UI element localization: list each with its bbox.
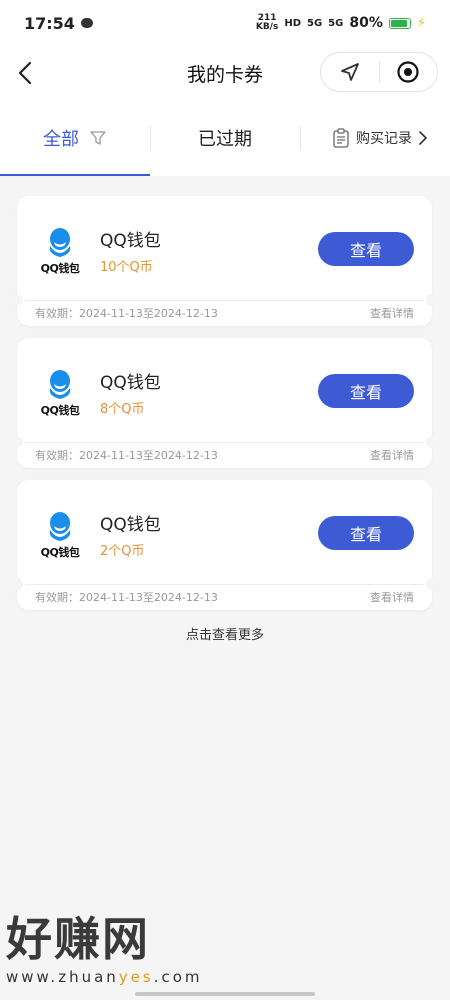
coupon-name: QQ钱包 [100,373,161,393]
view-details-link[interactable]: 查看详情 [370,305,414,321]
view-details-link[interactable]: 查看详情 [370,589,414,605]
chevron-right-icon [419,131,427,145]
watermark-url-suffix: .com [153,968,203,986]
location-button[interactable] [321,53,379,91]
qq-wallet-logo: QQ钱包 [37,510,83,560]
coupon-list: QQ钱包 QQ钱包 10个Q币 查看 有效期：2024-11-13至2024-1… [11,196,438,622]
charging-icon: ⚡ [416,15,426,31]
tab-records-label: 购买记录 [356,131,412,147]
close-button[interactable] [380,53,438,91]
watermark-url: www.zhuanyes.com [6,968,206,986]
tab-expired-label: 已过期 [198,129,252,150]
load-more-link[interactable]: 点击查看更多 [0,624,450,643]
validity-text: 有效期：2024-11-13至2024-12-13 [35,591,218,604]
hd-badge: HD [284,17,301,29]
watermark-url-prefix: www.zhuan [6,968,119,986]
coupon-card-body: QQ钱包 QQ钱包 8个Q币 查看 [17,338,432,442]
qq-penguin-icon [49,512,71,541]
network-speed-unit: KB/s [255,22,279,32]
tab-bar: 全部 已过期 购买记录 [0,100,450,176]
battery-icon [388,17,411,29]
tab-all-label: 全部 [43,129,79,150]
qq-penguin-icon [49,370,71,399]
view-button[interactable]: 查看 [318,516,414,550]
qq-wallet-logo: QQ钱包 [37,226,83,276]
logo-text: QQ钱包 [40,404,80,417]
coupon-footer: 有效期：2024-11-13至2024-12-13 查看详情 [17,584,432,610]
site-watermark: 好赚网 www.zhuanyes.com [6,912,206,992]
target-icon [397,61,419,83]
clipboard-icon [333,128,349,148]
nav-bar: 我的卡券 [0,46,450,100]
logo-text: QQ钱包 [40,262,80,275]
mini-program-capsule [320,52,438,92]
page-title: 我的卡券 [186,63,263,86]
status-time: 17:54 [24,13,75,33]
view-button[interactable]: 查看 [318,232,414,266]
coupon-name: QQ钱包 [100,515,161,535]
coupon-card[interactable]: QQ钱包 QQ钱包 10个Q币 查看 有效期：2024-11-13至2024-1… [11,196,438,326]
signal-icon-2: 5G [328,17,344,29]
tab-all[interactable]: 全部 [0,100,150,176]
filter-icon [90,131,106,145]
status-bar: 17:54 211 KB/s HD 5G 5G 80% ⚡ [0,0,450,46]
coupon-card[interactable]: QQ钱包 QQ钱包 2个Q币 查看 有效期：2024-11-13至2024-12… [11,480,438,610]
back-arrow-icon[interactable] [14,60,38,86]
coupon-card[interactable]: QQ钱包 QQ钱包 8个Q币 查看 有效期：2024-11-13至2024-12… [11,338,438,468]
location-arrow-icon [340,63,359,81]
coupon-card-body: QQ钱包 QQ钱包 2个Q币 查看 [17,480,432,584]
watermark-title: 好赚网 [6,912,150,966]
qq-penguin-icon [49,228,71,257]
status-indicators: 211 KB/s HD 5G 5G 80% ⚡ [256,14,426,32]
qq-wallet-logo: QQ钱包 [37,368,83,418]
network-speed: 211 KB/s [256,14,278,32]
validity-text: 有效期：2024-11-13至2024-12-13 [35,449,218,462]
tab-purchase-records[interactable]: 购买记录 [300,100,450,176]
coupon-amount: 8个Q币 [100,402,145,417]
validity-text: 有效期：2024-11-13至2024-12-13 [35,307,218,320]
battery-percent: 80% [349,15,383,31]
coupon-amount: 2个Q币 [100,544,145,559]
coupon-footer: 有效期：2024-11-13至2024-12-13 查看详情 [17,442,432,468]
watermark-url-highlight: yes [118,968,154,986]
home-indicator[interactable] [135,992,315,996]
tab-expired[interactable]: 已过期 [150,100,300,176]
view-button[interactable]: 查看 [318,374,414,408]
signal-icon-1: 5G [307,17,323,29]
coupon-card-body: QQ钱包 QQ钱包 10个Q币 查看 [17,196,432,300]
coupon-name: QQ钱包 [100,231,161,251]
view-details-link[interactable]: 查看详情 [370,447,414,463]
coupon-amount: 10个Q币 [100,260,153,275]
message-icon [80,18,93,28]
coupon-footer: 有效期：2024-11-13至2024-12-13 查看详情 [17,300,432,326]
logo-text: QQ钱包 [40,546,80,559]
